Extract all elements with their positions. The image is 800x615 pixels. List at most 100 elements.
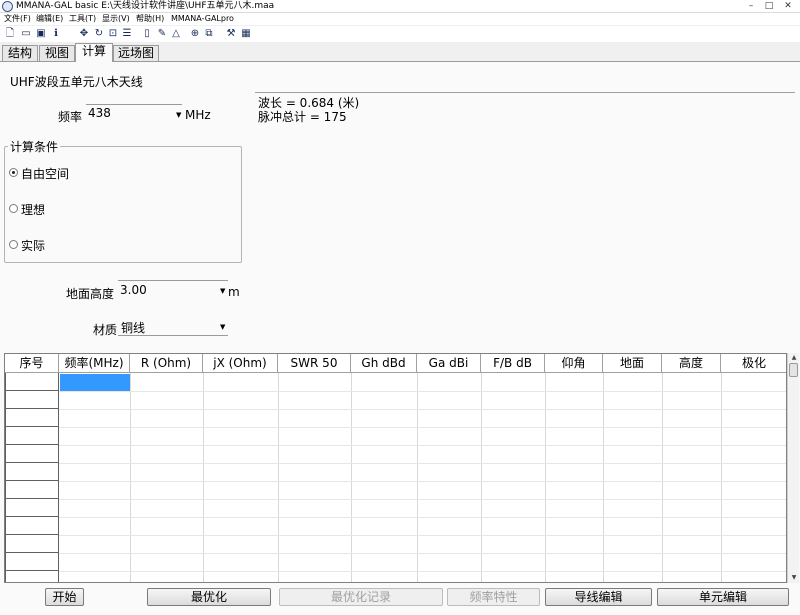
info-icon[interactable]: ℹ <box>50 28 62 40</box>
element-edit-button[interactable]: 单元编辑 <box>657 588 789 606</box>
minimize-button[interactable]: – <box>744 0 758 12</box>
row-header-cell[interactable] <box>5 481 59 499</box>
col-jx[interactable]: jX (Ohm) <box>203 354 278 373</box>
grid-hline <box>59 427 786 428</box>
tools-icon[interactable]: ⚒ <box>225 28 237 40</box>
real-label[interactable]: 实际 <box>21 237 45 254</box>
zoom-icon[interactable]: ⊡ <box>107 28 119 40</box>
edit-icon[interactable]: ✎ <box>156 28 168 40</box>
frequency-input-top <box>86 104 182 105</box>
calculator-icon[interactable]: ▦ <box>240 28 252 40</box>
material-dropdown-icon[interactable]: ▼ <box>220 323 225 331</box>
col-polarization[interactable]: 极化 <box>721 354 786 373</box>
scroll-down-icon[interactable]: ▼ <box>788 573 800 582</box>
move-icon[interactable]: ✥ <box>78 28 90 40</box>
menu-edit[interactable]: 编辑(E) <box>36 13 63 25</box>
grid-hline <box>59 499 786 500</box>
copy-icon[interactable]: ⧉ <box>203 28 215 40</box>
ground-height-top <box>118 280 228 281</box>
window-title: MMANA-GAL basic E:\天线设计软件讲座\UHF五单元八木.maa <box>16 1 275 11</box>
row-header-cell[interactable] <box>5 499 59 517</box>
material-select[interactable]: 铜线 <box>121 319 145 336</box>
grid-hline <box>59 571 786 572</box>
menu-help[interactable]: 帮助(H) <box>136 13 164 25</box>
grid-hline <box>59 481 786 482</box>
row-header-cell[interactable] <box>5 409 59 427</box>
col-frequency[interactable]: 频率(MHz) <box>59 354 130 373</box>
col-elevation[interactable]: 仰角 <box>545 354 603 373</box>
tab-view[interactable]: 视图 <box>39 45 75 61</box>
material-label: 材质 <box>93 323 118 337</box>
start-button[interactable]: 开始 <box>45 588 84 606</box>
col-height[interactable]: 高度 <box>662 354 721 373</box>
menu-file[interactable]: 文件(F) <box>4 13 31 25</box>
results-table: 序号 频率(MHz) R (Ohm) jX (Ohm) SWR 50 Gh dB… <box>4 353 787 583</box>
document-icon[interactable]: ▯ <box>141 28 153 40</box>
wire-edit-button[interactable]: 导线编辑 <box>545 588 652 606</box>
col-ground[interactable]: 地面 <box>603 354 662 373</box>
row-header-cell[interactable] <box>5 571 59 582</box>
grid-hline <box>59 535 786 536</box>
menu-view[interactable]: 显示(V) <box>102 13 130 25</box>
optimize-button[interactable]: 最优化 <box>147 588 271 606</box>
row-header-cell[interactable] <box>5 463 59 481</box>
frequency-dropdown-icon[interactable]: ▼ <box>176 111 181 119</box>
col-r[interactable]: R (Ohm) <box>130 354 203 373</box>
triangle-icon[interactable]: △ <box>170 28 182 40</box>
grid-hline <box>59 517 786 518</box>
frequency-characteristics-button[interactable]: 频率特性 <box>447 588 540 606</box>
grid-vline <box>278 373 279 582</box>
tab-far-field[interactable]: 远场图 <box>113 45 159 61</box>
row-header-cell[interactable] <box>5 517 59 535</box>
col-swr[interactable]: SWR 50 <box>278 354 351 373</box>
real-radio[interactable] <box>9 240 18 249</box>
menu-tools[interactable]: 工具(T) <box>69 13 96 25</box>
grid-hline <box>59 463 786 464</box>
row-header-cell[interactable] <box>5 391 59 409</box>
col-ga[interactable]: Ga dBi <box>417 354 481 373</box>
row-header-cell[interactable] <box>5 535 59 553</box>
target-icon[interactable]: ⊕ <box>189 28 201 40</box>
project-title: UHF波段五单元八木天线 <box>10 75 143 89</box>
scroll-thumb[interactable] <box>789 363 798 377</box>
ground-height-input[interactable]: 3.00 <box>120 283 147 297</box>
close-button[interactable]: ✕ <box>781 0 795 12</box>
maximize-button[interactable]: □ <box>762 0 776 12</box>
selected-cell[interactable] <box>60 374 130 391</box>
col-gh[interactable]: Gh dBd <box>351 354 417 373</box>
ideal-radio[interactable] <box>9 204 18 213</box>
grid-hline <box>59 445 786 446</box>
optimization-log-button[interactable]: 最优化记录 <box>279 588 443 606</box>
grid-hline <box>59 553 786 554</box>
tab-calculate[interactable]: 计算 <box>75 43 113 62</box>
grid-vline <box>130 373 131 582</box>
open-folder-icon[interactable]: ▭ <box>20 28 32 40</box>
scroll-up-icon[interactable]: ▲ <box>788 353 800 362</box>
list-icon[interactable]: ☰ <box>121 28 133 40</box>
col-fb[interactable]: F/B dB <box>481 354 545 373</box>
grid-vline <box>721 373 722 582</box>
row-header-cell[interactable] <box>5 553 59 571</box>
frequency-unit: MHz <box>185 108 211 122</box>
title-bar: MMANA-GAL basic E:\天线设计软件讲座\UHF五单元八木.maa… <box>0 0 800 13</box>
ideal-label[interactable]: 理想 <box>21 201 45 218</box>
save-icon[interactable]: ▣ <box>35 28 47 40</box>
table-scrollbar[interactable]: ▲ ▼ <box>787 353 799 583</box>
free-space-radio[interactable] <box>9 168 18 177</box>
rotate-icon[interactable]: ↻ <box>93 28 105 40</box>
row-header-cell[interactable] <box>5 445 59 463</box>
new-file-icon[interactable]: 🗋 <box>4 28 16 40</box>
frequency-input[interactable]: 438 <box>88 106 111 120</box>
frequency-label: 频率 <box>58 110 83 124</box>
pulse-total-text: 脉冲总计 = 175 <box>258 110 347 124</box>
row-header-cell[interactable] <box>5 373 59 391</box>
tab-structure[interactable]: 结构 <box>2 45 38 61</box>
menu-mmana-galpro[interactable]: MMANA-GALpro <box>171 13 234 25</box>
conditions-title: 计算条件 <box>8 138 61 155</box>
ground-height-dropdown-icon[interactable]: ▼ <box>220 287 225 295</box>
app-icon <box>2 1 13 12</box>
col-index[interactable]: 序号 <box>5 354 59 373</box>
grid-vline <box>662 373 663 582</box>
free-space-label[interactable]: 自由空间 <box>21 165 69 182</box>
row-header-cell[interactable] <box>5 427 59 445</box>
